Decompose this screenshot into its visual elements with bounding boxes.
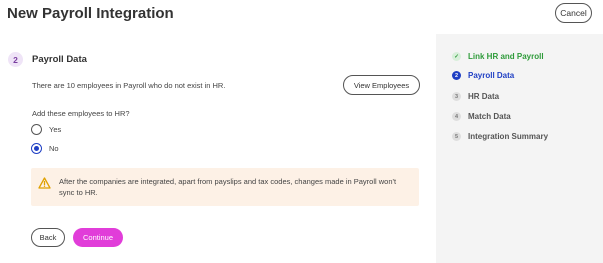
info-text: There are 10 employees in Payroll who do…	[32, 81, 226, 90]
page-title: New Payroll Integration	[7, 5, 174, 22]
radio-option-no[interactable]: No	[31, 143, 59, 154]
radio-label-no: No	[49, 144, 59, 153]
sidebar-step-match-data: 4 Match Data	[452, 112, 511, 121]
sidebar-step-label: Integration Summary	[468, 132, 549, 141]
radio-label-yes: Yes	[49, 125, 62, 134]
check-icon: ✓	[452, 52, 461, 61]
step-number-icon: 3	[452, 92, 461, 101]
sidebar-step-integration-summary: 5 Integration Summary	[452, 132, 548, 141]
step-number-badge: 2	[8, 52, 23, 67]
sidebar-step-label: Match Data	[468, 112, 511, 121]
warning-box: After the companies are integrated, apar…	[31, 168, 419, 206]
radio-option-yes[interactable]: Yes	[31, 124, 61, 135]
back-button[interactable]: Back	[31, 228, 65, 247]
step-number-icon: 2	[452, 71, 461, 80]
view-employees-button[interactable]: View Employees	[343, 75, 420, 95]
sidebar-step-label: HR Data	[468, 92, 500, 101]
question-label: Add these employees to HR?	[32, 109, 130, 118]
sidebar-step-link-hr-payroll: ✓ Link HR and Payroll	[452, 52, 544, 61]
main-panel: 2 Payroll Data There are 10 employees in…	[0, 34, 436, 263]
section-title: Payroll Data	[32, 54, 87, 65]
warning-text: After the companies are integrated, apar…	[59, 177, 397, 197]
warning-icon	[38, 176, 51, 189]
sidebar-step-label: Link HR and Payroll	[468, 52, 544, 61]
page-header: New Payroll Integration Cancel	[0, 0, 603, 31]
sidebar-step-payroll-data: 2 Payroll Data	[452, 71, 514, 80]
sidebar-step-hr-data: 3 HR Data	[452, 92, 499, 101]
radio-no[interactable]	[31, 143, 42, 154]
sidebar-step-label: Payroll Data	[468, 71, 515, 80]
step-number-icon: 5	[452, 132, 461, 141]
radio-yes[interactable]	[31, 124, 42, 135]
continue-button[interactable]: Continue	[73, 228, 123, 247]
step-number-icon: 4	[452, 112, 461, 121]
cancel-button[interactable]: Cancel	[555, 3, 592, 23]
steps-sidebar: ✓ Link HR and Payroll 2 Payroll Data 3 H…	[436, 34, 603, 263]
